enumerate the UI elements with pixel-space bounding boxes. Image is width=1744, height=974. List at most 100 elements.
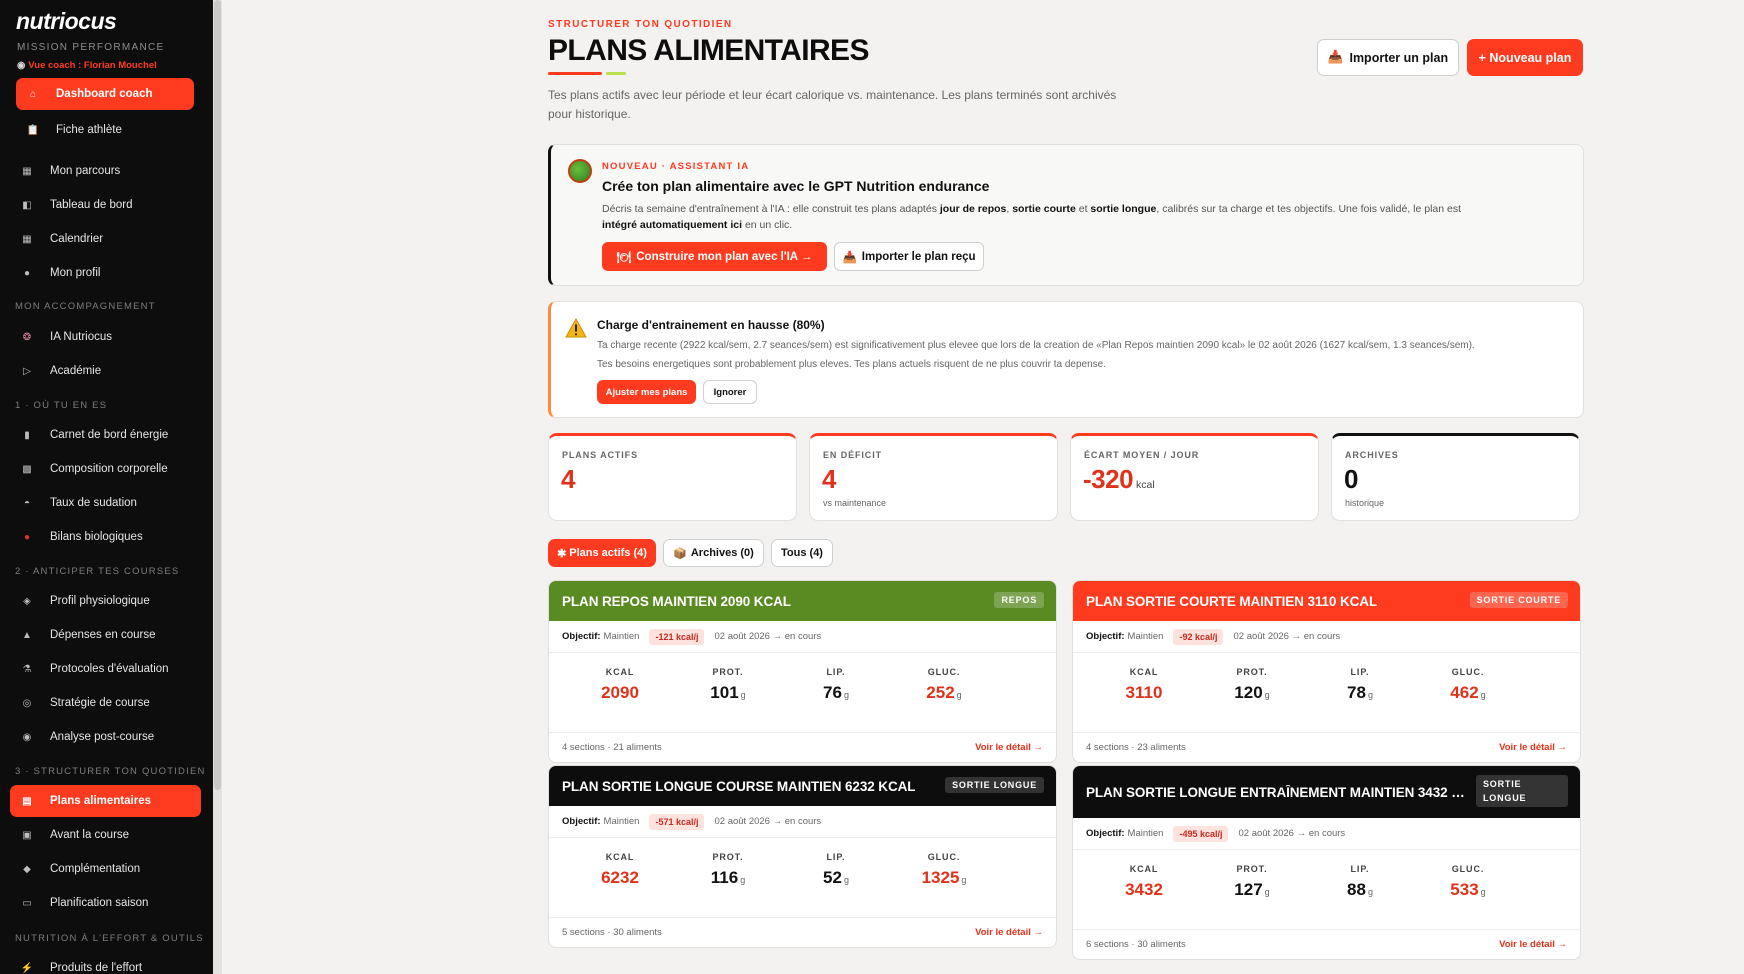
sidebar-scrollbar-thumb[interactable]	[214, 0, 221, 790]
ai-title: Crée ton plan alimentaire avec le GPT Nu…	[602, 178, 990, 194]
sidebar-section-structurer: 3 · STRUCTURER TON QUOTIDIEN	[15, 766, 206, 777]
macro-label: PROT.	[1236, 667, 1268, 677]
sidebar-item-mon-parcours[interactable]: ▦ Mon parcours	[10, 155, 188, 187]
macro-value: 88 g	[1305, 880, 1415, 900]
macro-label: LIP.	[826, 667, 846, 677]
ignore-button[interactable]: Ignorer	[703, 380, 757, 404]
sidebar-item-ia-nutriocus[interactable]: ❂ IA Nutriocus	[10, 321, 188, 353]
plan-detail-link[interactable]: Voir le détail →	[975, 742, 1043, 753]
macro-unit: g	[1264, 887, 1270, 897]
plan-footer: 6 sections · 30 aliments Voir le détail …	[1073, 930, 1580, 959]
plan-detail-link[interactable]: Voir le détail →	[1499, 742, 1567, 753]
plan-macros: KCAL 3432 PROT. 127 g LIP. 88 g GLUC. 533 g	[1073, 850, 1580, 930]
plan-header: PLAN SORTIE LONGUE COURSE MAINTIEN 6232 …	[549, 766, 1056, 806]
plan-detail-link[interactable]: Voir le détail →	[1499, 939, 1567, 950]
ai-desc-bold: sortie courte	[1012, 203, 1076, 215]
macro-number: 462	[1450, 683, 1479, 702]
sidebar-item-profil-physio[interactable]: ◈ Profil physiologique	[10, 585, 188, 617]
tab-tous[interactable]: Tous (4)	[771, 539, 833, 567]
sidebar-item-composition[interactable]: ▩ Composition corporelle	[10, 453, 188, 485]
import-received-plan-button[interactable]: 📥 Importer le plan reçu	[834, 242, 984, 271]
macro-number: 533	[1450, 880, 1479, 899]
title-underline-green	[606, 72, 626, 75]
sidebar-item-analyse[interactable]: ◉ Analyse post-course	[10, 721, 188, 753]
macro-label: KCAL	[605, 667, 635, 677]
macro-unit: g	[740, 875, 746, 885]
sidebar-item-plans-alimentaires[interactable]: ▤ Plans alimentaires	[10, 785, 201, 817]
macro-unit: g	[740, 690, 746, 700]
sidebar-item-planification[interactable]: ▭ Planification saison	[10, 887, 188, 919]
sidebar-item-complementation[interactable]: ◆ Complémentation	[10, 853, 188, 885]
ai-desc-text: , calibrés sur ta charge et tes objectif…	[1156, 203, 1462, 215]
sidebar-item-label: Protocoles d'évaluation	[50, 663, 169, 675]
sidebar-item-mon-profil[interactable]: ● Mon profil	[10, 257, 188, 289]
sidebar-item-calendrier[interactable]: ▦ Calendrier	[10, 223, 188, 255]
sidebar: nutriocus MISSION PERFORMANCE ◉ Vue coach…	[0, 0, 213, 974]
import-plan-label: Importer un plan	[1349, 50, 1449, 65]
battery-icon: ▮	[24, 429, 30, 441]
sidebar-item-fiche-athlete[interactable]: 📋 Fiche athlète	[16, 114, 194, 146]
plan-header: PLAN SORTIE COURTE MAINTIEN 3110 KCAL SO…	[1073, 581, 1580, 621]
sidebar-item-label: Calendrier	[50, 233, 104, 245]
macro-number: 116	[710, 868, 739, 887]
macro-kcal: KCAL 6232	[565, 852, 675, 888]
adjust-plans-button[interactable]: Ajuster mes plans	[597, 380, 696, 404]
macro-lip: LIP. 88 g	[1305, 864, 1415, 900]
build-plan-ai-button[interactable]: 🍽 Construire mon plan avec l'IA →	[602, 242, 827, 271]
plan-card[interactable]: PLAN REPOS MAINTIEN 2090 KCAL REPOS Obje…	[548, 580, 1057, 763]
app-logo[interactable]: nutriocus	[16, 8, 117, 35]
deficit-pill: -92 kcal/j	[1173, 628, 1224, 645]
macro-kcal: KCAL 3110	[1089, 667, 1199, 703]
tab-archives[interactable]: 📦 Archives (0)	[663, 539, 764, 567]
plan-macros: KCAL 3110 PROT. 120 g LIP. 78 g GLUC. 462 g	[1073, 653, 1580, 733]
new-plan-button[interactable]: + Nouveau plan	[1467, 39, 1583, 76]
sidebar-item-avant-course[interactable]: ▣ Avant la course	[10, 819, 188, 851]
plan-footer-text: 4 sections · 23 aliments	[1086, 742, 1186, 753]
macro-kcal: KCAL 2090	[565, 667, 675, 703]
plan-card[interactable]: PLAN SORTIE LONGUE ENTRAÎNEMENT MAINTIEN…	[1072, 765, 1581, 960]
macro-unit: g	[843, 690, 849, 700]
mountain-icon: ▲	[22, 629, 32, 641]
lightning-icon: ⚡	[20, 962, 34, 974]
macro-value: 1325 g	[889, 868, 999, 888]
stat-number: 4	[822, 464, 836, 494]
planner-icon: ▭	[22, 897, 32, 909]
tab-plans-actifs[interactable]: ✱ Plans actifs (4)	[548, 539, 656, 567]
sidebar-item-carnet-energie[interactable]: ▮ Carnet de bord énergie	[10, 419, 188, 451]
sidebar-section-anticiper: 2 · ANTICIPER TES COURSES	[15, 566, 180, 577]
plan-card[interactable]: PLAN SORTIE COURTE MAINTIEN 3110 KCAL SO…	[1072, 580, 1581, 763]
sidebar-item-sudation[interactable]: ◓ Taux de sudation	[10, 487, 188, 519]
macro-unit: g	[956, 690, 962, 700]
sidebar-item-depenses[interactable]: ▲ Dépenses en course	[10, 619, 188, 651]
plan-card[interactable]: PLAN SORTIE LONGUE COURSE MAINTIEN 6232 …	[548, 765, 1057, 948]
sidebar-item-label: Dashboard coach	[56, 88, 153, 100]
sidebar-item-label: Académie	[50, 365, 102, 377]
plan-macros: KCAL 2090 PROT. 101 g LIP. 76 g GLUC. 252 g	[549, 653, 1056, 733]
macro-prot: PROT. 101 g	[673, 667, 783, 703]
sidebar-item-produits[interactable]: ⚡ Produits de l'effort	[10, 952, 188, 974]
macro-label: KCAL	[1129, 667, 1159, 677]
macro-lip: LIP. 52 g	[781, 852, 891, 888]
sidebar-item-label: Carnet de bord énergie	[50, 429, 169, 441]
macro-number: 52	[823, 868, 842, 887]
plan-footer-text: 6 sections · 30 aliments	[1086, 939, 1186, 950]
sidebar-item-tableau-de-bord[interactable]: ◧ Tableau de bord	[10, 189, 188, 221]
plan-detail-link[interactable]: Voir le détail →	[975, 927, 1043, 938]
main-content: STRUCTURER TON QUOTIDIEN PLANS ALIMENTAI…	[222, 0, 1744, 974]
sidebar-item-academie[interactable]: ▷ Académie	[10, 355, 188, 387]
sidebar-item-strategie[interactable]: ◎ Stratégie de course	[10, 687, 188, 719]
training-load-warning: Charge d'entrainement en hausse (80%) Ta…	[548, 301, 1584, 418]
import-plan-button[interactable]: 📥 Importer un plan	[1317, 39, 1459, 76]
sidebar-item-protocoles[interactable]: ⚗ Protocoles d'évaluation	[10, 653, 188, 685]
plan-period: 02 août 2026 → en cours	[714, 631, 822, 642]
plan-period: 02 août 2026 → en cours	[714, 816, 822, 827]
macro-number: 88	[1347, 880, 1366, 899]
macro-gluc: GLUC. 1325 g	[889, 852, 999, 888]
sidebar-item-dashboard-coach[interactable]: ⌂ Dashboard coach	[16, 78, 194, 110]
stat-number: -320	[1083, 464, 1134, 494]
macro-number: 6232	[601, 868, 639, 887]
plate-icon: 🍽	[616, 251, 632, 264]
deficit-pill: -121 kcal/j	[649, 628, 705, 645]
dashboard-icon: ◧	[22, 199, 32, 211]
sidebar-item-bilans[interactable]: ● Bilans biologiques	[10, 521, 188, 553]
